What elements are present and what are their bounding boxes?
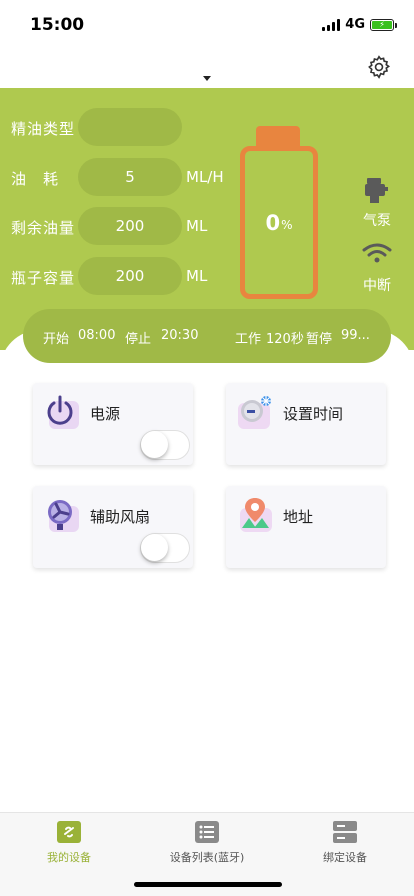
tab-bind-device-label: 绑定设备 (323, 851, 367, 864)
set-time-card[interactable]: 设置时间 (226, 383, 386, 465)
nav-bar (0, 50, 414, 88)
home-indicator (134, 882, 282, 887)
network-type: 4G (345, 17, 365, 32)
tab-device-list-label: 设备列表(蓝牙) (169, 851, 245, 864)
status-bar: 15:00 4G ⚡ (0, 0, 414, 50)
aux-fan-toggle[interactable] (140, 533, 190, 563)
tank-level-value: 0 (265, 210, 281, 235)
status-indicators: 4G ⚡ (322, 17, 397, 32)
fan-icon (48, 500, 79, 532)
oil-type-label: 精油类型 (11, 120, 76, 138)
connection-status-label: 中断 (363, 278, 391, 294)
address-card[interactable]: 地址 (226, 486, 386, 568)
device-dropdown-caret-icon[interactable] (203, 76, 211, 81)
pause-label: 暂停 (306, 332, 333, 347)
wifi-icon (362, 243, 392, 263)
bottle-capacity-field[interactable]: 200 (78, 257, 182, 295)
address-title: 地址 (283, 508, 314, 526)
bottle-capacity-unit: ML (186, 267, 208, 285)
work-label: 工作 (235, 332, 262, 347)
bind-device-icon (333, 821, 357, 843)
consumption-label: 油 耗 (11, 170, 60, 188)
power-toggle[interactable] (140, 430, 190, 460)
pause-duration: 99... (341, 328, 370, 343)
oil-type-field[interactable] (78, 108, 182, 146)
set-time-title: 设置时间 (283, 405, 344, 423)
tank-cap (256, 126, 300, 148)
power-toggle-knob (141, 431, 168, 458)
start-time: 08:00 (78, 328, 116, 343)
status-time: 15:00 (30, 15, 85, 35)
start-label: 开始 (43, 332, 70, 347)
oil-tank-gauge: 0 % (240, 146, 318, 299)
my-devices-icon (57, 821, 81, 843)
tab-my-devices-label: 我的设备 (47, 851, 91, 864)
tab-bind-device[interactable]: 绑定设备 (276, 821, 414, 865)
power-card[interactable]: 电源 (33, 383, 193, 465)
aux-fan-toggle-knob (141, 534, 168, 561)
stop-time: 20:30 (161, 328, 199, 343)
alarm-clock-icon (238, 396, 271, 429)
consumption-unit: ML/H (186, 168, 224, 186)
power-title: 电源 (90, 405, 121, 423)
bottle-capacity-label: 瓶子容量 (11, 269, 76, 287)
tab-device-list[interactable]: 设备列表(蓝牙) (138, 821, 276, 865)
tab-my-devices[interactable]: 我的设备 (0, 821, 138, 865)
location-pin-icon (240, 498, 272, 532)
consumption-field[interactable]: 5 (78, 158, 182, 196)
work-duration: 120秒 (266, 332, 304, 347)
air-pump-label: 气泵 (363, 213, 391, 229)
tank-level-unit: % (281, 218, 293, 232)
device-list-icon (195, 821, 219, 843)
settings-gear-icon[interactable] (366, 54, 392, 80)
air-pump-icon (365, 178, 388, 203)
battery-icon: ⚡ (370, 18, 397, 31)
remaining-oil-unit: ML (186, 217, 208, 235)
remaining-oil-label: 剩余油量 (11, 219, 76, 237)
power-icon (47, 395, 79, 429)
aux-fan-card[interactable]: 辅助风扇 (33, 486, 193, 568)
signal-icon (322, 18, 341, 31)
schedule-bar[interactable]: 开始 08:00 停止 20:30 工作 120秒 暂停 99... (23, 309, 391, 363)
aux-fan-title: 辅助风扇 (90, 508, 151, 526)
stop-label: 停止 (125, 332, 152, 347)
remaining-oil-field[interactable]: 200 (78, 207, 182, 245)
